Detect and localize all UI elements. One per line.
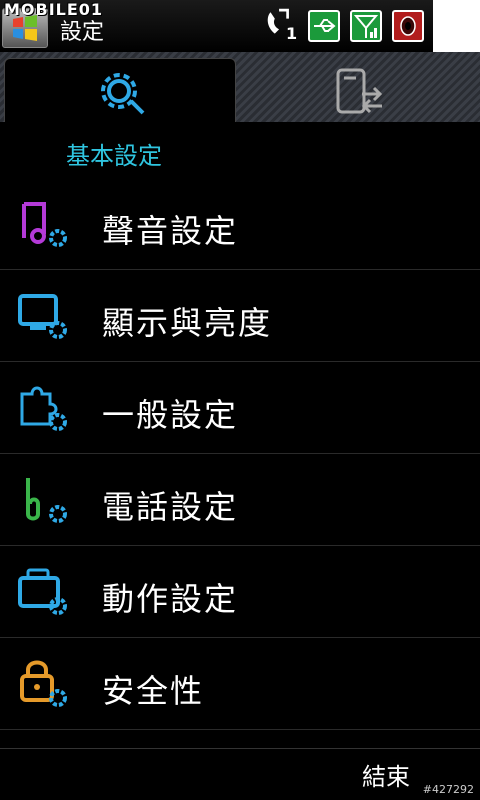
exit-button[interactable]: 結束	[362, 757, 410, 792]
menu-item-display[interactable]: 顯示與亮度	[0, 270, 480, 362]
image-reference: #427292	[422, 783, 474, 796]
missed-call-count: 1	[286, 24, 298, 43]
tab-basic-settings[interactable]	[4, 58, 236, 122]
menu-item-label: 一般設定	[102, 396, 239, 434]
status-corner-block	[433, 0, 480, 52]
section-title: 基本設定	[66, 142, 162, 170]
menu-item-label: 電話設定	[102, 488, 239, 526]
puzzle-gear-icon	[20, 386, 67, 431]
menu-item-motion[interactable]: 動作設定	[0, 546, 480, 638]
menu-item-security[interactable]: 安全性	[0, 638, 480, 730]
lock-gear-icon	[20, 660, 67, 707]
phone-gear-icon	[26, 478, 67, 523]
menu-item-sound[interactable]: 聲音設定	[0, 178, 480, 270]
app-title: 設定	[60, 20, 105, 45]
folder-gear-icon	[18, 568, 67, 615]
settings-menu: 聲音設定 顯示與亮度 一般設定 電話設定 動作設定 安全性	[0, 178, 480, 730]
tab-bar	[0, 52, 480, 122]
music-note-gear-icon	[22, 202, 67, 247]
gear-wrench-icon	[101, 73, 145, 115]
menu-item-phone[interactable]: 電話設定	[0, 454, 480, 546]
signal-strength-icon[interactable]	[350, 10, 382, 42]
usb-icon[interactable]	[308, 10, 340, 42]
menu-item-label: 聲音設定	[102, 212, 239, 250]
speaker-icon[interactable]	[392, 10, 424, 42]
footer-bar: 結束 #427292	[0, 748, 480, 800]
status-bar: MOBILE01 設定 1	[0, 0, 480, 52]
monitor-gear-icon	[18, 294, 67, 339]
menu-item-label: 動作設定	[102, 580, 239, 618]
menu-item-label: 安全性	[102, 672, 205, 710]
tab-connections[interactable]	[240, 58, 476, 122]
device-sync-icon	[336, 68, 383, 114]
menu-item-label: 顯示與亮度	[102, 304, 273, 342]
menu-item-general[interactable]: 一般設定	[0, 362, 480, 454]
